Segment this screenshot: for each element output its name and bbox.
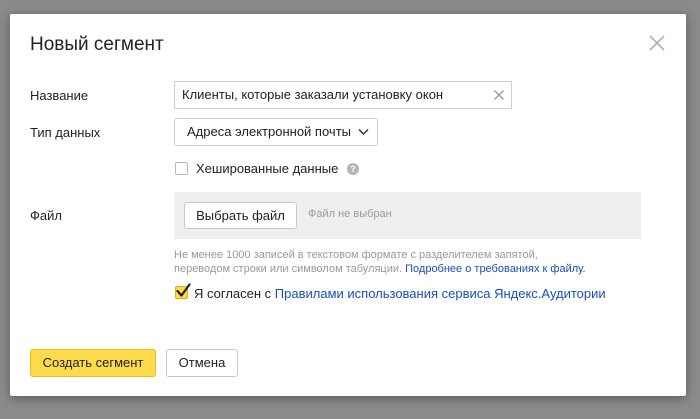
choose-file-button[interactable]: Выбрать файл	[184, 202, 297, 229]
data-type-select[interactable]: Адреса электронной почты	[174, 118, 378, 146]
new-segment-dialog: Новый сегмент Название Клиенты, которые …	[10, 14, 686, 396]
terms-link[interactable]: Правилами использования сервиса Яндекс.А…	[275, 286, 606, 301]
file-label: Файл	[30, 208, 62, 223]
agree-prefix: Я согласен с	[194, 286, 272, 301]
hashed-data-label: Хешированные данные	[196, 161, 339, 176]
agree-checkbox[interactable]	[175, 283, 191, 299]
chevron-down-icon	[358, 128, 369, 136]
dialog-title: Новый сегмент	[30, 34, 164, 55]
file-upload-area: Выбрать файл Файл не выбран	[174, 192, 641, 239]
data-type-label: Тип данных	[30, 125, 101, 140]
file-status: Файл не выбран	[308, 208, 392, 220]
close-icon[interactable]	[648, 34, 666, 52]
name-label: Название	[30, 88, 89, 103]
segment-name-value: Клиенты, которые заказали установку окон	[182, 87, 444, 102]
check-icon	[176, 283, 191, 297]
data-type-value: Адреса электронной почты	[187, 124, 351, 139]
clear-icon[interactable]	[493, 89, 505, 101]
hint-line-2: переводом строки или символом табуляции.	[174, 263, 403, 275]
segment-name-input[interactable]: Клиенты, которые заказали установку окон	[174, 81, 512, 109]
agree-text: Я согласен с Правилами использования сер…	[194, 286, 606, 301]
file-requirements-link[interactable]: Подробнее о требованиях к файлу.	[405, 263, 585, 275]
file-requirements-hint: Не менее 1000 записей в текстовом формат…	[174, 248, 644, 276]
help-icon[interactable]: ?	[347, 163, 359, 175]
cancel-button[interactable]: Отмена	[166, 349, 238, 377]
hashed-data-checkbox[interactable]	[175, 162, 188, 175]
hint-line-1: Не менее 1000 записей в текстовом формат…	[174, 249, 538, 261]
create-segment-button[interactable]: Создать сегмент	[30, 349, 156, 377]
